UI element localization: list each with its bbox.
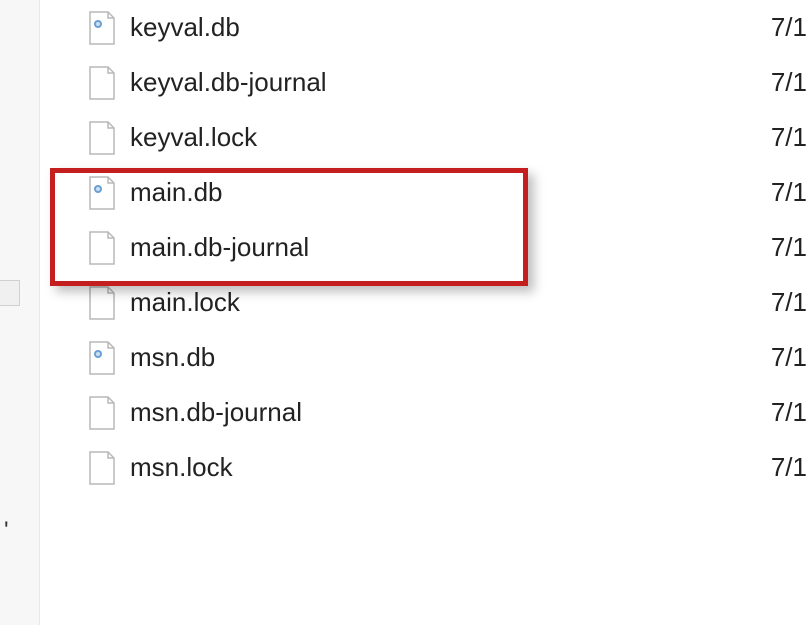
file-name: msn.lock [130,452,807,483]
file-name: main.lock [130,287,807,318]
file-row[interactable]: msn.db 7/1 [40,330,807,385]
file-row[interactable]: keyval.db-journal 7/1 [40,55,807,110]
db-file-icon [88,340,116,376]
file-name: msn.db [130,342,807,373]
db-file-icon [88,10,116,46]
file-row[interactable]: keyval.db 7/1 [40,0,807,55]
file-name: keyval.db [130,12,807,43]
file-name: main.db-journal [130,232,807,263]
file-date: 7/1 [771,122,807,153]
file-date: 7/1 [771,397,807,428]
file-row[interactable]: main.lock 7/1 [40,275,807,330]
file-date: 7/1 [771,452,807,483]
file-row[interactable]: msn.db-journal 7/1 [40,385,807,440]
blank-file-icon [88,120,116,156]
sidebar-panel: ' [0,0,40,625]
blank-file-icon [88,395,116,431]
file-date: 7/1 [771,12,807,43]
file-date: 7/1 [771,287,807,318]
db-file-icon [88,175,116,211]
file-row[interactable]: main.db 7/1 [40,165,807,220]
blank-file-icon [88,65,116,101]
sidebar-fragment-text: ' [4,517,9,545]
blank-file-icon [88,285,116,321]
file-date: 7/1 [771,67,807,98]
file-name: msn.db-journal [130,397,807,428]
file-name: main.db [130,177,807,208]
file-name: keyval.lock [130,122,807,153]
file-row[interactable]: msn.lock 7/1 [40,440,807,495]
file-list: keyval.db 7/1 keyval.db-journal 7/1 keyv… [40,0,807,495]
file-name: keyval.db-journal [130,67,807,98]
sidebar-collapse-tab[interactable] [0,280,20,306]
file-date: 7/1 [771,177,807,208]
file-row[interactable]: main.db-journal 7/1 [40,220,807,275]
blank-file-icon [88,230,116,266]
file-row[interactable]: keyval.lock 7/1 [40,110,807,165]
file-date: 7/1 [771,342,807,373]
file-date: 7/1 [771,232,807,263]
blank-file-icon [88,450,116,486]
